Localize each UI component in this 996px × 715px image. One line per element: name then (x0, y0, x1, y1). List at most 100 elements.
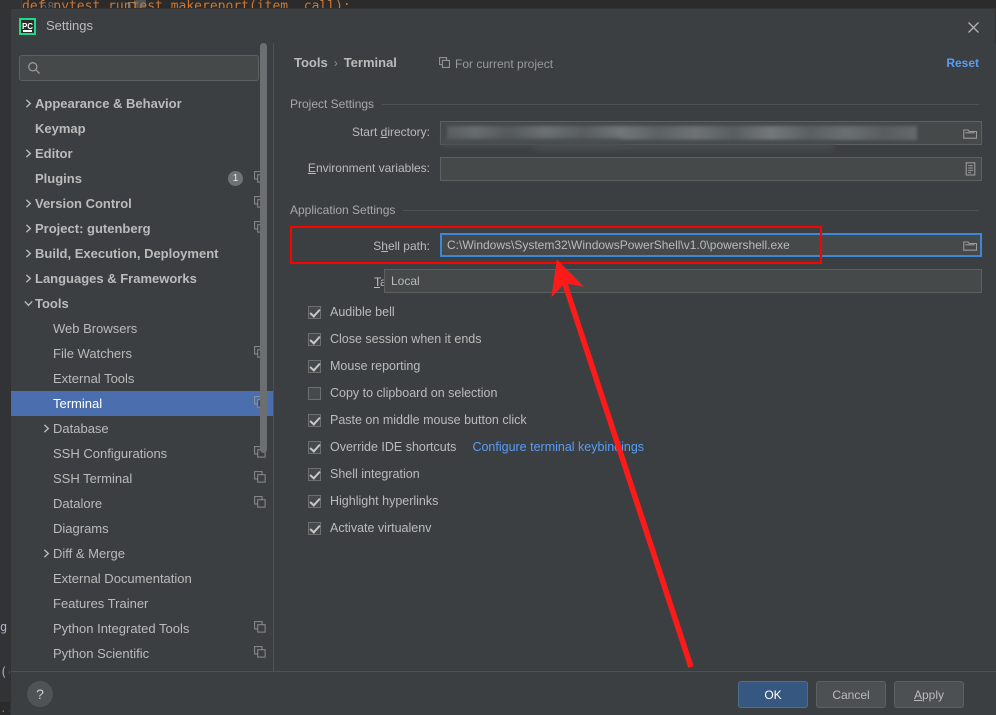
sidebar-item-database[interactable]: Database (11, 416, 273, 441)
tab-name-input[interactable] (385, 270, 981, 292)
tab-name-field[interactable] (384, 269, 982, 293)
group-divider-2 (403, 209, 979, 211)
sidebar-item-ssh-terminal[interactable]: SSH Terminal (11, 466, 273, 491)
checkbox-row-activate-virtualenv[interactable]: Activate virtualenv (308, 521, 431, 535)
chevron-right-icon[interactable] (21, 91, 35, 116)
search-icon (27, 61, 41, 80)
checkbox-checked-icon[interactable] (308, 332, 321, 346)
sidebar-item-file-watchers[interactable]: File Watchers (11, 341, 273, 366)
chevron-right-icon[interactable] (21, 216, 35, 241)
sidebar-item-external-documentation[interactable]: External Documentation (11, 566, 273, 591)
sidebar-item-project-gutenberg[interactable]: Project: gutenberg (11, 216, 273, 241)
checkbox-row-mouse-reporting[interactable]: Mouse reporting (308, 359, 420, 373)
close-icon[interactable] (961, 15, 985, 39)
chevron-placeholder (39, 441, 53, 466)
sidebar-item-label: Build, Execution, Deployment (35, 246, 219, 261)
chevron-placeholder (39, 591, 53, 616)
chevron-down-icon[interactable] (21, 291, 35, 316)
checkbox-label: Highlight hyperlinks (330, 494, 439, 508)
configure-terminal-keybindings-link[interactable]: Configure terminal keybindings (472, 440, 644, 454)
sidebar-item-web-browsers[interactable]: Web Browsers (11, 316, 273, 341)
settings-content: Tools › Terminal For current project Res… (273, 43, 996, 671)
sidebar-item-python-scientific[interactable]: Python Scientific (11, 641, 273, 666)
checkbox-row-shell-integration[interactable]: Shell integration (308, 467, 420, 481)
environment-variables-input[interactable] (441, 158, 959, 180)
reset-link[interactable]: Reset (946, 56, 979, 70)
chevron-placeholder (39, 341, 53, 366)
sidebar-item-label: Appearance & Behavior (35, 96, 182, 111)
checkbox-row-override-ide-shortcuts[interactable]: Override IDE shortcuts Configure terminal… (308, 440, 644, 454)
sidebar-item-label: Tools (35, 296, 69, 311)
checkbox-checked-icon[interactable] (308, 467, 321, 481)
sidebar-item-editor[interactable]: Editor (11, 141, 273, 166)
search-input[interactable] (48, 56, 254, 80)
sidebar-item-label: Database (53, 421, 109, 436)
sidebar-item-tools[interactable]: Tools (11, 291, 273, 316)
sidebar-item-label: Keymap (35, 121, 86, 136)
sidebar-item-diagrams[interactable]: Diagrams (11, 516, 273, 541)
plugins-update-badge: 1 (228, 171, 243, 186)
help-button[interactable]: ? (27, 681, 53, 707)
breadcrumb-root[interactable]: Tools (294, 55, 328, 70)
shell-path-field[interactable] (440, 233, 982, 257)
checkbox-checked-icon[interactable] (308, 305, 321, 319)
sidebar-item-external-tools[interactable]: External Tools (11, 366, 273, 391)
sidebar-item-build-execution-deployment[interactable]: Build, Execution, Deployment (11, 241, 273, 266)
shell-path-input[interactable] (441, 234, 959, 256)
checkbox-label: Activate virtualenv (330, 521, 432, 535)
checkbox-label: Close session when it ends (330, 332, 482, 346)
sidebar-item-features-trainer[interactable]: Features Trainer (11, 591, 273, 616)
checkbox-row-audible-bell[interactable]: Audible bell (308, 305, 395, 319)
chevron-right-icon[interactable] (39, 541, 53, 566)
chevron-right-icon[interactable] (21, 191, 35, 216)
chevron-placeholder (21, 166, 35, 191)
chevron-right-icon[interactable] (39, 416, 53, 441)
cancel-button[interactable]: Cancel (816, 681, 886, 708)
ok-button[interactable]: OK (738, 681, 808, 708)
checkbox-row-highlight-hyperlinks[interactable]: Highlight hyperlinks (308, 494, 438, 508)
checkbox-checked-icon[interactable] (308, 359, 321, 373)
checkbox-checked-icon[interactable] (308, 521, 321, 535)
checkbox-row-copy-to-clipboard-on-selection[interactable]: Copy to clipboard on selection (308, 386, 497, 400)
checkbox-checked-icon[interactable] (308, 494, 321, 508)
sidebar-item-version-control[interactable]: Version Control (11, 191, 273, 216)
project-settings-group-header: Project Settings (290, 97, 979, 111)
search-box[interactable] (19, 55, 259, 81)
sidebar-item-datalore[interactable]: Datalore (11, 491, 273, 516)
sidebar-item-python-integrated-tools[interactable]: Python Integrated Tools (11, 616, 273, 641)
sidebar-item-languages-frameworks[interactable]: Languages & Frameworks (11, 266, 273, 291)
list-icon[interactable] (959, 158, 981, 180)
sidebar-scrollbar-thumb[interactable] (260, 43, 267, 453)
sidebar-item-label: Python Integrated Tools (53, 621, 190, 636)
apply-button[interactable]: Apply (894, 681, 964, 708)
sidebar-item-label: Datalore (53, 496, 103, 511)
sidebar-scrollbar-track (260, 43, 270, 623)
folder-icon[interactable] (959, 122, 981, 144)
pycharm-logo-icon: PC (19, 18, 36, 35)
group-divider (382, 103, 979, 105)
chevron-placeholder (39, 391, 53, 416)
chevron-right-icon[interactable] (21, 241, 35, 266)
sidebar-item-keymap[interactable]: Keymap (11, 116, 273, 141)
checkbox-row-close-session-when-it-ends[interactable]: Close session when it ends (308, 332, 481, 346)
application-settings-group-header: Application Settings (290, 203, 979, 217)
chevron-placeholder (39, 516, 53, 541)
sidebar-item-diff-merge[interactable]: Diff & Merge (11, 541, 273, 566)
checkbox-checked-icon[interactable] (308, 413, 321, 427)
sidebar-item-appearance-behavior[interactable]: Appearance & Behavior (11, 91, 273, 116)
checkbox-row-paste-on-middle-mouse-button-click[interactable]: Paste on middle mouse button click (308, 413, 527, 427)
checkbox-label: Copy to clipboard on selection (330, 386, 498, 400)
chevron-right-icon[interactable] (21, 141, 35, 166)
chevron-placeholder (39, 566, 53, 591)
checkbox-checked-icon[interactable] (308, 440, 321, 454)
folder-icon[interactable] (959, 234, 981, 256)
chevron-right-icon[interactable] (21, 266, 35, 291)
scope-note-label: For current project (455, 57, 554, 71)
settings-dialog: PC Settings Appearance & Behavior Keymap… (10, 8, 996, 715)
project-settings-title: Project Settings (290, 97, 375, 111)
sidebar-item-terminal[interactable]: Terminal (11, 391, 273, 416)
checkbox-unchecked-icon[interactable] (308, 386, 321, 400)
sidebar-item-plugins[interactable]: Plugins 1 (11, 166, 273, 191)
environment-variables-field[interactable] (440, 157, 982, 181)
sidebar-item-ssh-configurations[interactable]: SSH Configurations (11, 441, 273, 466)
